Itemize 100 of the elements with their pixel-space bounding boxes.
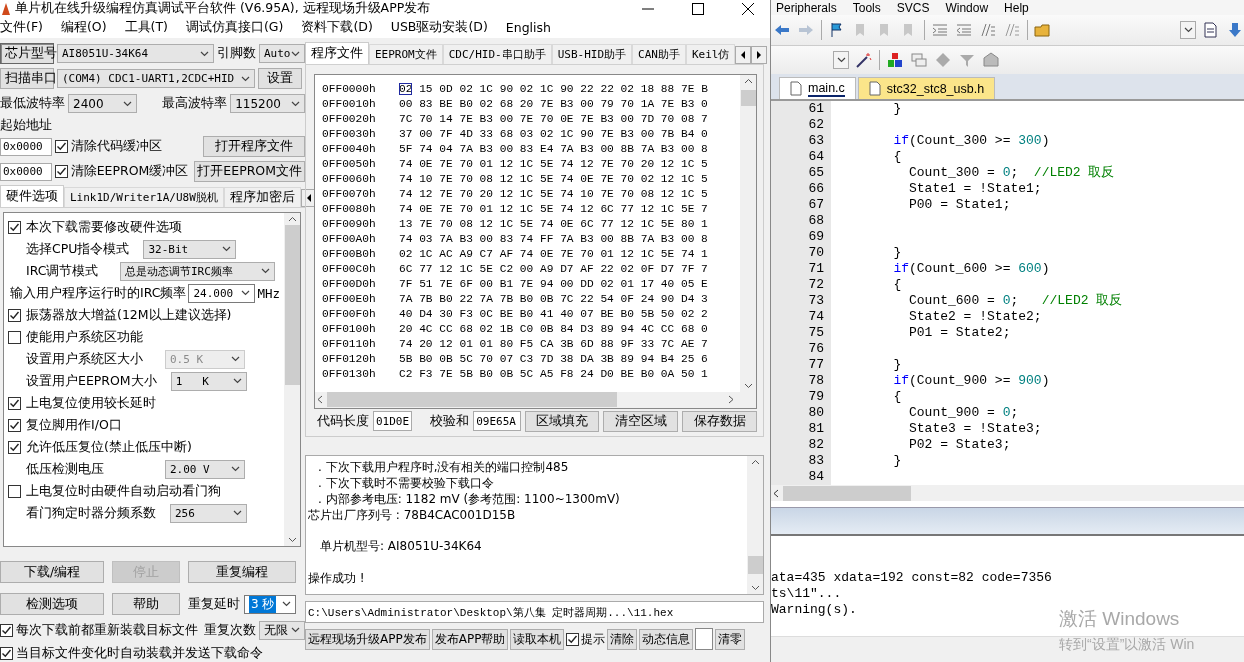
checkbox[interactable] xyxy=(8,440,21,454)
checkbox[interactable] xyxy=(8,220,21,234)
scroll-left-icon[interactable] xyxy=(735,46,752,64)
horizontal-scrollbar[interactable] xyxy=(315,391,756,408)
chevron-up-icon[interactable] xyxy=(750,459,760,465)
open-program-button[interactable]: 打开程序文件 xyxy=(203,136,305,157)
dropdown[interactable]: (COM4) CDC1-UART1,2CDC+HID xyxy=(57,69,255,88)
menu-item[interactable]: SVCS xyxy=(896,0,930,15)
scrollbar[interactable] xyxy=(747,456,763,594)
scrollbar[interactable] xyxy=(740,75,756,392)
dropdown[interactable]: 115200 xyxy=(230,94,305,113)
arrow-down-icon[interactable] xyxy=(1226,21,1244,39)
wand-icon[interactable] xyxy=(855,51,873,69)
menu-item[interactable]: 工具(T) xyxy=(124,19,168,36)
close-icon[interactable] xyxy=(740,0,756,17)
dropdown[interactable]: Auto xyxy=(259,44,305,63)
scan-port-button[interactable]: 扫描串口 xyxy=(0,68,54,89)
tab[interactable]: USB-HID助手 xyxy=(551,44,633,64)
dropdown[interactable]: 3 秒 xyxy=(244,594,296,614)
folder-icon[interactable] xyxy=(1034,21,1052,39)
action-button[interactable]: 帮助 xyxy=(112,593,180,615)
uncomment-icon[interactable] xyxy=(1003,21,1021,39)
chevron-left-icon[interactable] xyxy=(315,395,325,405)
scroll-thumb[interactable] xyxy=(284,224,300,385)
chevron-down-icon[interactable] xyxy=(287,537,297,543)
tab[interactable]: CAN助手 xyxy=(632,44,686,64)
tab[interactable]: Link1D/Writer1A/U8W脱机 xyxy=(64,187,224,207)
code-address-field[interactable]: 0x0000 xyxy=(0,137,52,156)
checkbox[interactable] xyxy=(8,308,21,322)
checkbox[interactable] xyxy=(8,396,21,410)
hex-action-button[interactable]: 清空区域 xyxy=(603,410,679,432)
checkbox[interactable] xyxy=(54,165,68,178)
file-path-field[interactable]: C:\Users\Administrator\Desktop\第八集 定时器周期...\11.hex xyxy=(305,601,764,623)
tab[interactable]: 程序加密后 xyxy=(223,187,301,207)
scroll-right-icon[interactable] xyxy=(751,46,768,64)
comment-icon[interactable] xyxy=(979,21,997,39)
dropdown[interactable]: 32-Bit xyxy=(143,239,237,259)
chevron-down-icon[interactable] xyxy=(750,585,760,591)
checkbox[interactable] xyxy=(566,632,580,646)
scroll-thumb[interactable] xyxy=(327,392,617,408)
scroll-thumb[interactable] xyxy=(740,90,756,107)
toolbar-button[interactable]: 发布APP帮助 xyxy=(431,628,509,650)
combo-box[interactable]: 24.000 xyxy=(188,283,256,303)
chevron-left-icon[interactable] xyxy=(771,488,781,498)
menu-item[interactable]: 调试仿真接口(G) xyxy=(185,19,284,36)
menu-item[interactable]: USB驱动安装(D) xyxy=(390,19,488,36)
menu-item[interactable]: English xyxy=(505,20,551,35)
tab[interactable]: 程序文件 xyxy=(305,42,369,64)
dropdown[interactable] xyxy=(833,51,849,69)
chevron-right-icon[interactable] xyxy=(726,395,736,405)
toolbar-button[interactable]: 读取本机 xyxy=(510,628,565,650)
checkbox[interactable] xyxy=(8,484,21,498)
menu-item[interactable]: Tools xyxy=(852,0,881,15)
tab[interactable]: EEPROM文件 xyxy=(369,44,443,64)
dropdown[interactable]: 总是动态调节IRC频率 xyxy=(120,261,275,281)
menu-item[interactable]: 文件(F) xyxy=(0,19,43,36)
settings-button[interactable]: 设置 xyxy=(258,68,302,89)
scroll-thumb[interactable] xyxy=(783,485,911,501)
scrollbar[interactable] xyxy=(284,213,300,546)
toolbar-button[interactable]: 动态信息 xyxy=(639,628,694,650)
document-icon[interactable] xyxy=(1202,21,1220,39)
chevron-down-icon[interactable] xyxy=(743,382,753,389)
horizontal-scrollbar[interactable] xyxy=(771,485,1244,501)
dropdown[interactable]: 256 xyxy=(170,503,247,523)
tab[interactable]: CDC/HID-串口助手 xyxy=(442,44,552,64)
tab[interactable]: 硬件选项 xyxy=(0,185,64,207)
input-field[interactable] xyxy=(695,628,714,650)
dropdown[interactable]: 2400 xyxy=(68,94,138,113)
checkbox[interactable] xyxy=(0,646,13,660)
dropdown[interactable]: AI8051U-34K64 xyxy=(57,44,214,63)
menu-item[interactable]: Help xyxy=(1004,0,1029,15)
hex-action-button[interactable]: 保存数据 xyxy=(682,410,758,432)
file-tab[interactable]: stc32_stc8_usb.h xyxy=(857,77,996,99)
toolbar-button[interactable]: 远程现场升级APP发布 xyxy=(305,628,430,650)
checkbox[interactable] xyxy=(0,623,13,637)
hex-action-button[interactable]: 区域填充 xyxy=(524,410,600,432)
dropdown[interactable] xyxy=(1180,21,1196,39)
toolbar-button[interactable]: 清零 xyxy=(715,628,746,650)
chevron-up-icon[interactable] xyxy=(743,78,753,84)
dropdown[interactable]: 1 K xyxy=(170,371,247,391)
menu-item[interactable]: Window xyxy=(945,0,989,15)
dropdown[interactable]: 2.00 V xyxy=(165,459,245,479)
blocks-icon[interactable] xyxy=(886,51,904,69)
action-button[interactable]: 检测选项 xyxy=(0,593,104,615)
menu-item[interactable]: 编程(O) xyxy=(60,19,107,36)
open-eeprom-button[interactable]: 打开EEPROM文件 xyxy=(194,161,305,182)
action-button[interactable]: 重复编程 xyxy=(188,561,296,583)
eeprom-address-field[interactable]: 0x0000 xyxy=(0,162,52,181)
tab[interactable]: Keil仿 xyxy=(685,44,736,64)
scroll-thumb[interactable] xyxy=(747,556,763,574)
action-button[interactable]: 下载/编程 xyxy=(0,561,104,583)
dropdown[interactable]: 无限 xyxy=(259,620,305,640)
chevron-up-icon[interactable] xyxy=(287,216,297,222)
checkbox[interactable] xyxy=(8,330,21,344)
maximize-icon[interactable] xyxy=(690,0,706,17)
checkbox[interactable] xyxy=(8,418,21,432)
toolbar-button[interactable]: 清除 xyxy=(607,628,638,650)
selected-byte[interactable]: 02 xyxy=(399,82,413,95)
menu-item[interactable]: Peripherals xyxy=(776,0,837,15)
windows-icon[interactable] xyxy=(910,51,928,69)
